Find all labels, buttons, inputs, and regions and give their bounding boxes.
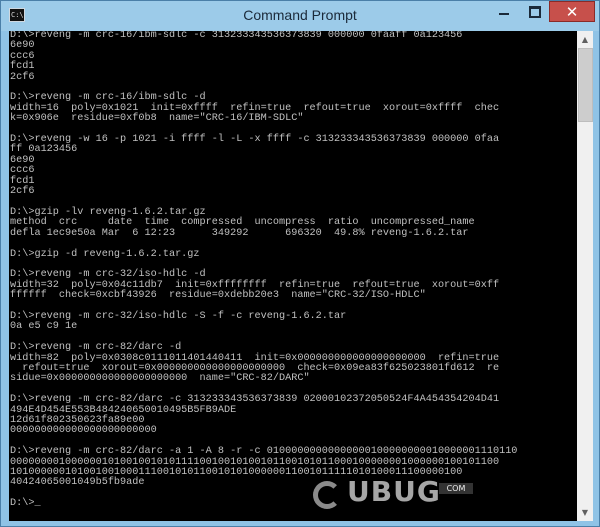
console-lines: D:\>reveng -m crc-16/ibm-sdlc -c 3132333… (10, 31, 518, 510)
watermark-logo: UBUG COM (309, 471, 484, 521)
text-cursor: _ (34, 498, 41, 510)
minimize-button[interactable] (489, 1, 519, 22)
scroll-up-arrow-icon[interactable]: ▲ (577, 31, 593, 48)
scroll-down-arrow-icon[interactable]: ▼ (577, 504, 593, 521)
vertical-scrollbar[interactable]: ▲ ▼ (577, 31, 593, 521)
console-output[interactable]: D:\>reveng -m crc-16/ibm-sdlc -c 3132333… (9, 31, 577, 521)
console-text: D:\>reveng -m crc-16/ibm-sdlc -c 3132333… (9, 31, 577, 510)
scroll-thumb[interactable] (578, 48, 593, 122)
watermark-text: UBUG (347, 475, 441, 508)
close-icon: ✕ (565, 3, 579, 21)
minimize-icon (499, 13, 509, 15)
maximize-icon (529, 6, 541, 18)
command-prompt-window: C:\ Command Prompt ✕ D:\>reveng -m crc-1… (0, 0, 600, 527)
close-button[interactable]: ✕ (549, 1, 595, 22)
watermark-c-icon (313, 481, 341, 509)
watermark-badge: COM (439, 483, 473, 494)
title-bar[interactable]: C:\ Command Prompt ✕ (1, 1, 599, 31)
maximize-button[interactable] (519, 1, 549, 22)
